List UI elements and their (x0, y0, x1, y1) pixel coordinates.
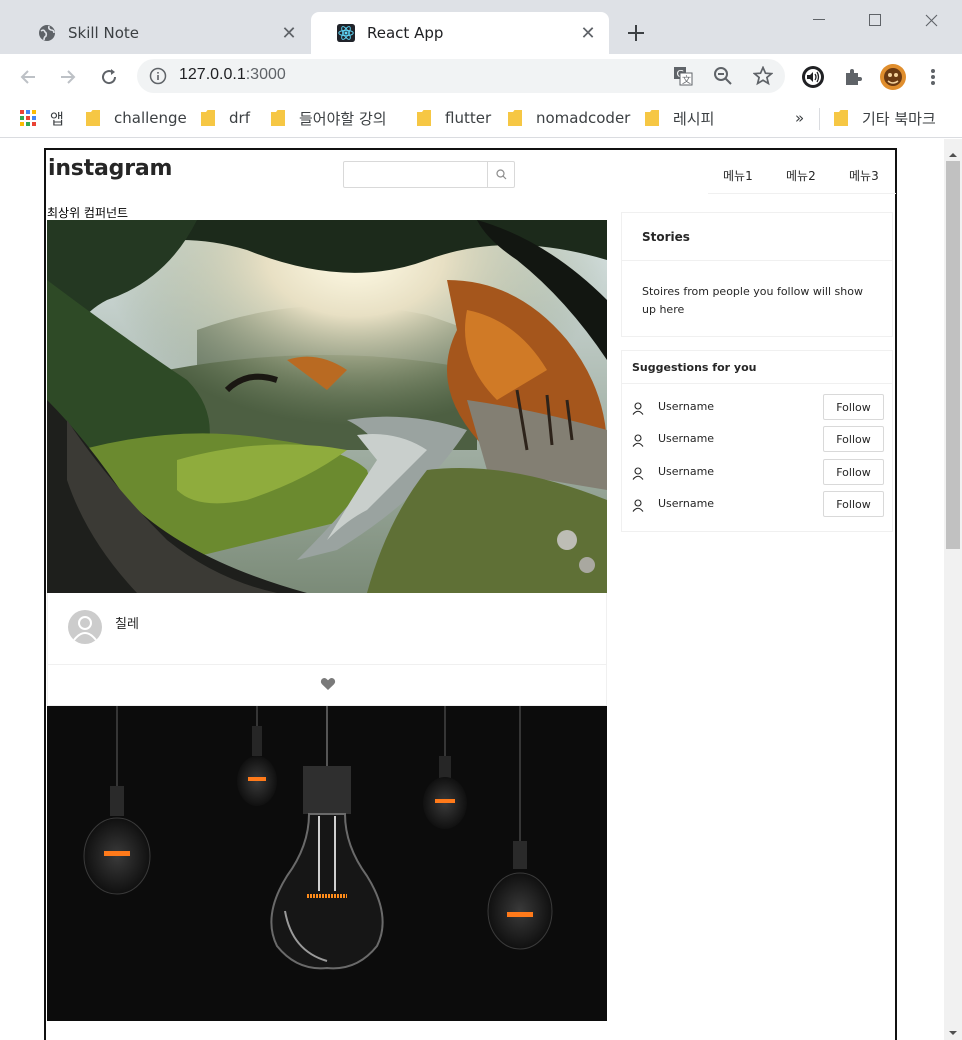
apps-grid-icon (20, 110, 36, 126)
new-tab-plus-icon[interactable] (622, 19, 650, 47)
bookmark-apps[interactable]: 앱 (20, 106, 64, 130)
close-window-icon[interactable] (908, 8, 954, 32)
bookmarks-overflow-button[interactable]: » (795, 106, 804, 130)
follow-button[interactable]: Follow (823, 491, 884, 517)
folder-icon (271, 110, 285, 126)
zoom-out-icon[interactable] (712, 65, 734, 87)
app-container: instagram 메뉴1 메뉴2 메뉴3 최상위 컴퍼넌트 칠레 Storie… (44, 148, 897, 1040)
suggestion-username[interactable]: Username (658, 465, 714, 478)
tab-title: Skill Note (68, 24, 139, 42)
stories-title: Stories (622, 213, 892, 261)
folder-icon (508, 110, 522, 126)
bookmark-separator (819, 108, 820, 130)
user-icon (632, 400, 644, 415)
url-text: 127.0.0.1:3000 (179, 66, 286, 83)
minimize-window-icon[interactable] (796, 8, 842, 32)
tab-title: React App (367, 24, 444, 42)
bookmark-other[interactable]: 기타 북마크 (834, 106, 936, 130)
bookmark-label: nomadcoder (536, 109, 631, 127)
menu-item-2[interactable]: 메뉴2 (786, 167, 816, 184)
react-icon (337, 24, 355, 42)
profile-avatar-icon[interactable] (880, 64, 906, 90)
suggestion-row: Username Follow (622, 458, 892, 486)
bookmark-label: drf (229, 109, 250, 127)
search-icon[interactable] (487, 162, 514, 187)
bookmark-drf[interactable]: drf (201, 106, 250, 130)
suggestions-title: Suggestions for you (622, 351, 892, 384)
address-bar[interactable]: 127.0.0.1:3000 G文 (137, 59, 785, 93)
follow-button[interactable]: Follow (823, 394, 884, 420)
heart-icon[interactable] (320, 676, 336, 692)
bookmark-challenge[interactable]: challenge (86, 106, 187, 130)
bookmark-lectures[interactable]: 들어야할 강의 (271, 106, 387, 130)
post-author-bar: 칠레 (47, 593, 607, 665)
browser-toolbar: 127.0.0.1:3000 G文 (0, 54, 962, 100)
stories-panel: Stories Stoires from people you follow w… (621, 212, 893, 337)
suggestion-row: Username Follow (622, 393, 892, 421)
post-image-forest-stream (47, 220, 607, 593)
tab-react-app[interactable]: React App ✕ (311, 12, 609, 54)
more-options-icon[interactable] (920, 64, 946, 90)
tab-skill-note[interactable]: Skill Note ✕ (12, 12, 310, 54)
top-menu: 메뉴1 메뉴2 메뉴3 (708, 158, 896, 194)
suggestion-username[interactable]: Username (658, 497, 714, 510)
scroll-down-arrow-icon[interactable] (948, 1023, 958, 1035)
site-info-icon[interactable] (149, 67, 167, 85)
user-icon (632, 432, 644, 447)
stories-empty-text: Stoires from people you follow will show… (642, 285, 863, 316)
scrollbar-thumb[interactable] (946, 161, 960, 549)
bookmark-star-icon[interactable] (752, 65, 774, 87)
bookmark-label: flutter (445, 109, 492, 127)
folder-icon (86, 110, 100, 126)
suggestion-row: Username Follow (622, 425, 892, 453)
back-arrow-icon[interactable] (14, 63, 42, 91)
audio-extension-icon[interactable] (800, 64, 826, 90)
search-input[interactable] (343, 161, 515, 188)
follow-button[interactable]: Follow (823, 426, 884, 452)
bookmark-label: 앱 (50, 109, 64, 128)
instagram-logo[interactable]: instagram (48, 156, 172, 181)
forward-arrow-icon[interactable] (54, 63, 82, 91)
page-scrollbar[interactable] (944, 139, 962, 1040)
close-tab-icon[interactable]: ✕ (280, 23, 298, 44)
menu-item-1[interactable]: 메뉴1 (723, 167, 753, 184)
follow-button[interactable]: Follow (823, 459, 884, 485)
svg-text:文: 文 (682, 74, 691, 86)
bookmark-label: 들어야할 강의 (299, 109, 387, 128)
scroll-up-arrow-icon[interactable] (948, 145, 958, 157)
folder-icon (201, 110, 215, 126)
extensions-puzzle-icon[interactable] (840, 64, 866, 90)
maximize-window-icon[interactable] (852, 8, 898, 32)
menu-item-3[interactable]: 메뉴3 (849, 167, 879, 184)
suggestion-row: Username Follow (622, 490, 892, 518)
folder-icon (834, 110, 848, 126)
post-image-light-bulbs (47, 706, 607, 1021)
top-component-label: 최상위 컴퍼넌트 (47, 206, 129, 220)
bookmark-recipes[interactable]: 레시피 (645, 106, 714, 130)
suggestions-panel: Suggestions for you Username Follow User… (621, 350, 893, 532)
user-icon (632, 465, 644, 480)
bookmark-flutter[interactable]: flutter (417, 106, 491, 130)
search-field[interactable] (344, 162, 487, 187)
tab-strip: Skill Note ✕ React App ✕ (0, 0, 962, 54)
post-author-name[interactable]: 칠레 (115, 613, 139, 632)
bookmark-label: 기타 북마크 (862, 109, 936, 128)
reload-icon[interactable] (95, 63, 123, 91)
bookmark-label: 레시피 (673, 109, 715, 128)
folder-icon (645, 110, 659, 126)
suggestion-username[interactable]: Username (658, 400, 714, 413)
folder-icon (417, 110, 431, 126)
user-icon (632, 497, 644, 512)
page-viewport: instagram 메뉴1 메뉴2 메뉴3 최상위 컴퍼넌트 칠레 Storie… (0, 139, 944, 1040)
translate-icon[interactable]: G文 (672, 65, 694, 87)
close-tab-icon[interactable]: ✕ (579, 23, 597, 44)
suggestion-username[interactable]: Username (658, 432, 714, 445)
bookmarks-bar: 앱 challenge drf 들어야할 강의 flutter nomadcod… (0, 100, 962, 138)
post-actions (47, 665, 607, 706)
bookmark-label: challenge (114, 109, 187, 127)
bookmark-nomadcoder[interactable]: nomadcoder (508, 106, 630, 130)
avatar[interactable] (68, 610, 102, 644)
globe-icon (38, 24, 56, 42)
